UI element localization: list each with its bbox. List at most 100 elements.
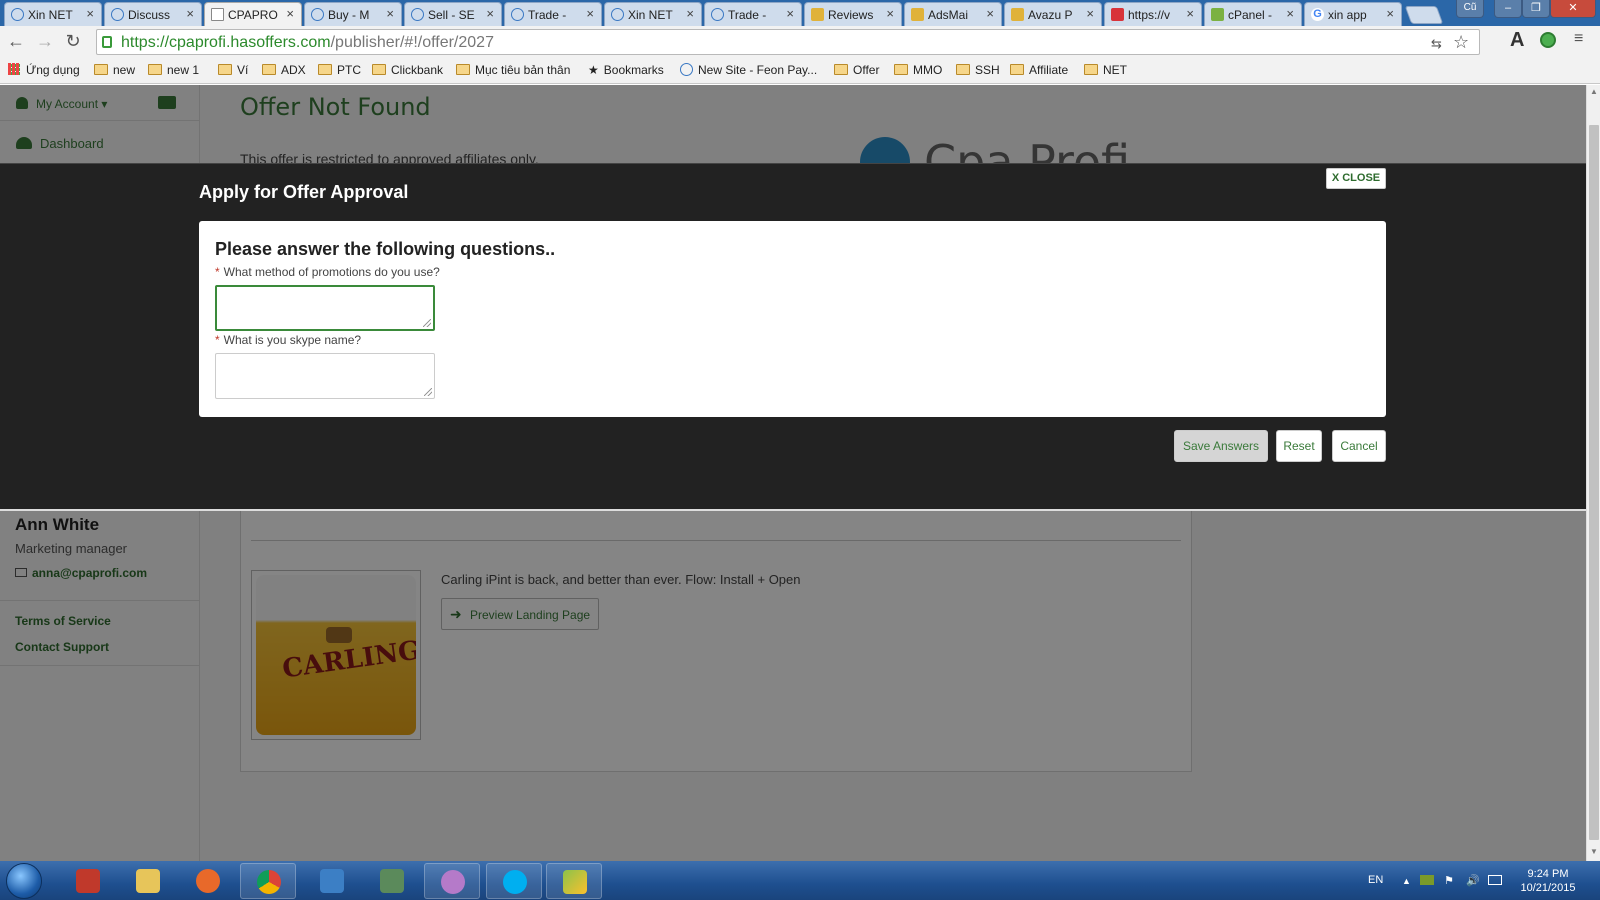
- page-scrollbar[interactable]: ▲ ▼: [1586, 85, 1600, 861]
- extension-icon[interactable]: [1540, 32, 1556, 48]
- tab-close-icon[interactable]: ×: [586, 6, 594, 21]
- system-clock[interactable]: 9:24 PM 10/21/2015: [1508, 867, 1588, 895]
- folder-icon: [1010, 64, 1024, 75]
- resize-grip-icon[interactable]: [424, 388, 432, 396]
- tab-close-icon[interactable]: ×: [86, 6, 94, 21]
- tab-close-icon[interactable]: ×: [1186, 6, 1194, 21]
- tab-close-icon[interactable]: ×: [1286, 6, 1294, 21]
- bookmark-adx[interactable]: ADX: [262, 63, 306, 77]
- tab-reviews[interactable]: Reviews ×: [804, 2, 902, 26]
- taskbar-app-bluestacks[interactable]: [546, 863, 602, 899]
- language-indicator[interactable]: EN: [1368, 874, 1383, 886]
- tab-close-icon[interactable]: ×: [486, 6, 494, 21]
- bookmark-feon-pay[interactable]: New Site - Feon Pay...: [680, 63, 817, 77]
- tab-close-icon[interactable]: ×: [286, 6, 294, 21]
- promotion-method-textarea[interactable]: [215, 285, 435, 331]
- tab-https[interactable]: https://v ×: [1104, 2, 1202, 26]
- tab-close-icon[interactable]: ×: [886, 6, 894, 21]
- bookmark-ssh[interactable]: SSH: [956, 63, 1000, 77]
- tab-xin-net-2[interactable]: Xin NET ×: [604, 2, 702, 26]
- clock-date: 10/21/2015: [1520, 882, 1576, 894]
- bookmark-mmo[interactable]: MMO: [894, 63, 942, 77]
- taskbar-app-remote[interactable]: [304, 863, 360, 899]
- site-icon: [11, 8, 24, 21]
- bookmark-offer[interactable]: Offer: [834, 63, 879, 77]
- scroll-up-icon[interactable]: ▲: [1590, 87, 1598, 96]
- reload-icon[interactable]: ↻: [62, 31, 84, 52]
- scrollbar-thumb[interactable]: [1589, 125, 1599, 840]
- tab-close-icon[interactable]: ×: [786, 6, 794, 21]
- taskbar-app-window[interactable]: [364, 863, 420, 899]
- bookmark-vi[interactable]: Ví: [218, 63, 248, 77]
- star-icon[interactable]: ☆: [1453, 32, 1469, 53]
- site-icon: [611, 8, 624, 21]
- windows-taskbar: EN ▲ ⚑ 🔊 9:24 PM 10/21/2015: [0, 861, 1600, 900]
- address-bar[interactable]: https://cpaprofi.hasoffers.com/publisher…: [96, 29, 1480, 55]
- tab-close-icon[interactable]: ×: [686, 6, 694, 21]
- bookmark-new[interactable]: new: [94, 63, 135, 77]
- window-close-button[interactable]: ✕: [1550, 0, 1596, 18]
- site-icon: [511, 8, 524, 21]
- bookmark-net[interactable]: NET: [1084, 63, 1127, 77]
- bookmark-muc-tieu[interactable]: Mục tiêu bản thân: [456, 63, 570, 77]
- tab-xin-app[interactable]: Gxin app ×: [1304, 2, 1402, 26]
- menu-icon[interactable]: ≡: [1574, 30, 1583, 48]
- forward-arrow-icon[interactable]: →: [34, 31, 56, 52]
- tab-trade-2[interactable]: Trade - ×: [704, 2, 802, 26]
- reset-button[interactable]: Reset: [1276, 430, 1322, 462]
- bookmark-bookmarks[interactable]: ★ Bookmarks: [588, 63, 664, 77]
- tab-close-icon[interactable]: ×: [986, 6, 994, 21]
- font-extension-icon[interactable]: A: [1510, 29, 1524, 52]
- new-tab-button[interactable]: [1404, 6, 1444, 24]
- bookmark-ptc[interactable]: PTC: [318, 63, 361, 77]
- bookmark-new-1[interactable]: new 1: [148, 63, 199, 77]
- start-button[interactable]: [6, 863, 42, 899]
- cancel-button[interactable]: Cancel: [1332, 430, 1386, 462]
- taskbar-app-explorer[interactable]: [120, 863, 176, 899]
- save-answers-button[interactable]: Save Answers: [1174, 430, 1268, 462]
- tab-buy[interactable]: Buy - M ×: [304, 2, 402, 26]
- show-hidden-icons[interactable]: ▲: [1402, 876, 1411, 886]
- taskbar-app-firefox[interactable]: [180, 863, 236, 899]
- taskbar-app-chat[interactable]: [424, 863, 480, 899]
- network-tray-icon[interactable]: [1420, 875, 1434, 885]
- folder-icon: [456, 64, 470, 75]
- browser-tab-strip: Xin NET × Discuss × CPAPRO × Buy - M × Sell …: [0, 0, 1600, 27]
- tab-sell[interactable]: Sell - SE ×: [404, 2, 502, 26]
- tab-avazu[interactable]: Avazu P ×: [1004, 2, 1102, 26]
- bookmark-clickbank[interactable]: Clickbank: [372, 63, 443, 77]
- tab-close-icon[interactable]: ×: [186, 6, 194, 21]
- tab-xin-net[interactable]: Xin NET ×: [4, 2, 102, 26]
- bookmark-affiliate[interactable]: Affiliate: [1010, 63, 1068, 77]
- profile-button[interactable]: Cũ: [1456, 0, 1484, 18]
- minimize-button[interactable]: –: [1494, 0, 1522, 18]
- action-center-icon[interactable]: [1488, 875, 1502, 885]
- modal-title: Apply for Offer Approval: [199, 182, 409, 202]
- tab-cpaprofi[interactable]: CPAPRO ×: [204, 2, 302, 27]
- tab-trade[interactable]: Trade - ×: [504, 2, 602, 26]
- lock-icon: [102, 36, 112, 48]
- skype-name-textarea[interactable]: [215, 353, 435, 399]
- tab-close-icon[interactable]: ×: [1386, 6, 1394, 21]
- back-arrow-icon[interactable]: ←: [5, 31, 27, 52]
- taskbar-app-office[interactable]: [60, 863, 116, 899]
- modal-close-button[interactable]: X CLOSE: [1326, 168, 1386, 189]
- tab-close-icon[interactable]: ×: [386, 6, 394, 21]
- bookmark-apps[interactable]: Ứng dụng: [8, 63, 80, 77]
- tab-close-icon[interactable]: ×: [1086, 6, 1094, 21]
- folder-icon: [834, 64, 848, 75]
- question-label-skype: * What is you skype name?: [215, 333, 362, 347]
- taskbar-app-chrome[interactable]: [240, 863, 296, 899]
- volume-icon[interactable]: 🔊: [1466, 874, 1480, 887]
- tab-cpanel[interactable]: cPanel - ×: [1204, 2, 1302, 26]
- tab-discuss[interactable]: Discuss ×: [104, 2, 202, 26]
- translate-icon[interactable]: ⇆: [1431, 36, 1442, 52]
- skype-icon: [503, 870, 527, 894]
- maximize-button[interactable]: ❐: [1522, 0, 1550, 18]
- tab-adsmai[interactable]: AdsMai ×: [904, 2, 1002, 26]
- scroll-down-icon[interactable]: ▼: [1590, 847, 1598, 856]
- taskbar-app-skype[interactable]: [486, 863, 542, 899]
- flag-icon[interactable]: ⚑: [1444, 874, 1454, 887]
- resize-grip-icon[interactable]: [423, 319, 431, 327]
- ads-icon: [911, 8, 924, 21]
